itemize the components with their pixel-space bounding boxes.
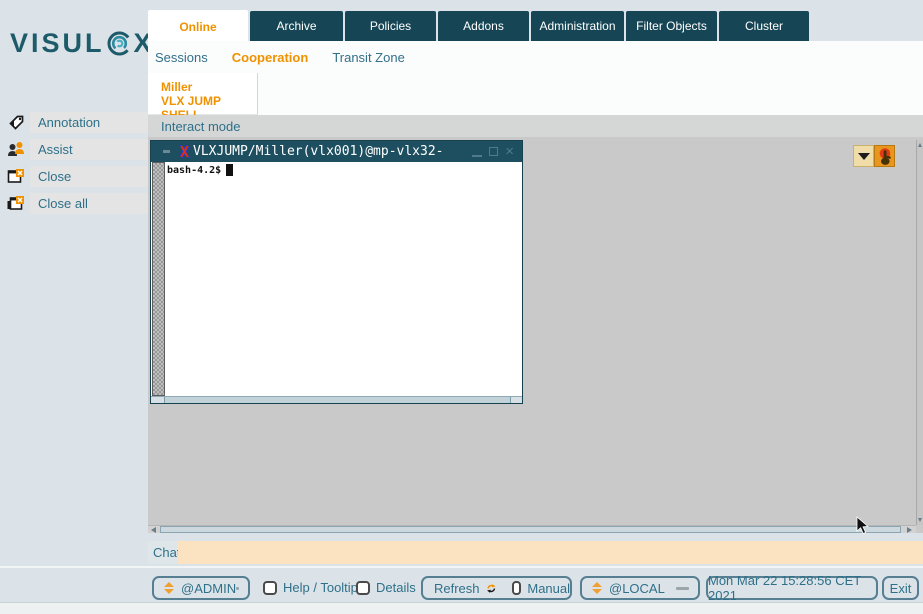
help-tooltip-label: Help / Tooltip <box>283 580 358 595</box>
refresh-button[interactable]: Refresh <box>434 581 480 596</box>
close-icon[interactable]: × <box>505 144 514 159</box>
main-tab-bar: Online Archive Policies Addons Administr… <box>148 10 811 44</box>
manual-checkbox[interactable] <box>512 581 521 595</box>
subtab-sessions[interactable]: Sessions <box>155 50 208 65</box>
tab-online[interactable]: Online <box>148 10 248 44</box>
tab-policies[interactable]: Policies <box>345 11 436 41</box>
bash-prompt: bash-4.2$ <box>167 165 221 176</box>
visulox-app: VISUL X Online Archive Policies Addons A… <box>0 0 923 614</box>
logo-spiral-icon <box>106 30 133 57</box>
content-vertical-scrollbar[interactable] <box>916 140 923 525</box>
sub-nav: Sessions Cooperation Transit Zone <box>155 50 405 65</box>
manual-label: Manual <box>527 581 570 596</box>
subtab-transit-zone[interactable]: Transit Zone <box>332 50 405 65</box>
x11-logo-icon: X <box>180 143 189 161</box>
tab-administration[interactable]: Administration <box>531 11 624 41</box>
details-checkbox[interactable] <box>356 581 370 595</box>
terminal-window[interactable]: X VLXJUMP/Miller(vlx001)@mp-vlx32- × bas… <box>150 140 523 404</box>
sort-diamond-icon <box>164 582 174 594</box>
refresh-group: Refresh Manual <box>421 576 572 600</box>
scroll-left-icon[interactable] <box>151 527 156 533</box>
content-horizontal-scrollbar[interactable] <box>148 525 916 533</box>
scroll-up-icon[interactable] <box>918 143 922 147</box>
admin-dropdown-label: @ADMIN <box>181 581 236 596</box>
tab-archive[interactable]: Archive <box>250 11 343 41</box>
chat-input[interactable] <box>178 541 923 564</box>
sidebar-item-label: Annotation <box>30 112 148 133</box>
minimize-icon[interactable] <box>472 155 482 157</box>
interact-mode-label: Interact mode <box>161 119 241 134</box>
terminal-title: VLXJUMP/Miller(vlx001)@mp-vlx32- <box>193 144 443 159</box>
sidebar-item-annotation[interactable]: Annotation <box>0 112 148 133</box>
sidebar-item-assist[interactable]: Assist <box>0 139 148 160</box>
sidebar-item-close-all[interactable]: Close all <box>0 193 148 214</box>
triangle-down-icon <box>858 153 870 160</box>
interact-mode-bar: Interact mode <box>148 115 923 137</box>
admin-dropdown[interactable]: @ADMIN <box>152 576 250 600</box>
tab-cluster[interactable]: Cluster <box>719 11 809 41</box>
sidebar-item-label: Assist <box>30 139 148 160</box>
collapse-dropdown-button[interactable] <box>853 145 874 167</box>
datetime-text: Mon Mar 22 15:28:56 CET 2021 <box>708 573 876 603</box>
logo-text-left: VISUL <box>10 28 105 59</box>
details-label: Details <box>376 580 416 595</box>
maximize-icon[interactable] <box>489 147 498 156</box>
dropdown-dash-icon <box>676 587 689 590</box>
help-tooltip-checkbox[interactable] <box>263 581 277 595</box>
window-menu-icon <box>163 150 170 153</box>
exit-label: Exit <box>890 581 912 596</box>
assist-people-icon <box>6 139 26 159</box>
scroll-right-icon[interactable] <box>907 527 912 533</box>
interact-pointer-button[interactable] <box>874 145 895 167</box>
refresh-icon[interactable] <box>486 580 497 597</box>
close-window-icon <box>6 166 26 186</box>
bottom-toolbar: @ADMIN Help / Tooltip Details Refresh Ma… <box>0 566 923 602</box>
session-user: Miller <box>161 80 257 94</box>
window-controls: × <box>472 141 514 162</box>
sidebar-item-label: Close <box>30 166 148 187</box>
session-tab-miller[interactable]: Miller VLX JUMP SHELL <box>148 73 258 115</box>
terminal-horizontal-scrollbar[interactable] <box>151 396 522 403</box>
exit-button[interactable]: Exit <box>882 576 919 600</box>
sidebar-item-label: Close all <box>30 193 148 214</box>
subtab-cooperation[interactable]: Cooperation <box>232 50 309 65</box>
workspace-content: X VLXJUMP/Miller(vlx001)@mp-vlx32- × bas… <box>148 137 923 533</box>
help-tooltip-option: Help / Tooltip <box>263 580 358 595</box>
terminal-titlebar[interactable]: X VLXJUMP/Miller(vlx001)@mp-vlx32- × <box>151 141 522 162</box>
dropdown-dash-icon <box>236 587 239 590</box>
mouse-cursor <box>856 516 870 536</box>
terminal-vertical-scrollbar[interactable] <box>152 162 165 396</box>
tab-filter-objects[interactable]: Filter Objects <box>626 11 717 41</box>
local-dropdown[interactable]: @LOCAL <box>580 576 700 600</box>
hand-pointer-icon <box>876 147 894 166</box>
visulox-logo: VISUL X <box>10 28 155 59</box>
sidebar-item-close[interactable]: Close <box>0 166 148 187</box>
datetime-display: Mon Mar 22 15:28:56 CET 2021 <box>706 576 878 600</box>
tag-icon <box>6 112 26 132</box>
close-all-windows-icon <box>6 193 26 213</box>
scroll-down-icon[interactable] <box>918 518 922 522</box>
terminal-prompt-line[interactable]: bash-4.2$ <box>167 164 233 176</box>
details-option: Details <box>356 580 416 595</box>
tab-addons[interactable]: Addons <box>438 11 529 41</box>
chat-label: Chat <box>148 541 178 564</box>
local-dropdown-label: @LOCAL <box>609 581 665 596</box>
sort-diamond-icon <box>592 582 602 594</box>
bottom-strip <box>0 602 923 614</box>
terminal-cursor <box>226 164 233 176</box>
